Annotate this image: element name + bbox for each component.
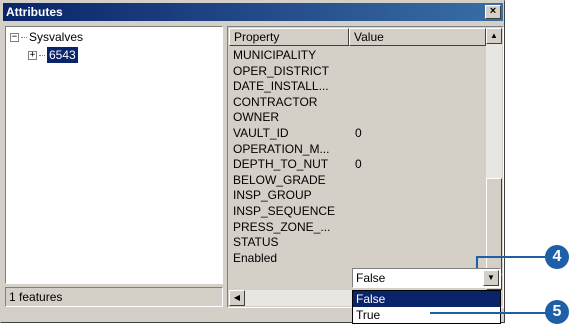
property-name[interactable]: OWNER — [233, 110, 279, 125]
expand-icon[interactable]: + — [28, 50, 37, 60]
vertical-scrollbar[interactable]: ▲ ▼ — [486, 28, 502, 290]
dropdown-selected-value: False — [356, 271, 386, 285]
property-name[interactable]: Enabled — [233, 251, 277, 266]
property-name[interactable]: CONTRACTOR — [233, 95, 317, 110]
scroll-up-button[interactable]: ▲ — [486, 28, 502, 44]
callout-badge-5: 5 — [545, 300, 569, 324]
feature-count-status: 1 features — [5, 287, 223, 307]
tree-connector — [21, 36, 27, 38]
window-title: Attributes — [6, 5, 63, 19]
tree-node-label: Sysvalves — [29, 30, 84, 44]
property-name[interactable]: OPERATION_M... — [233, 142, 329, 157]
callout-line-5 — [430, 312, 546, 314]
property-value[interactable]: 0 — [355, 126, 362, 141]
dropdown-option-true[interactable]: True — [353, 307, 500, 323]
callout-badge-4: 4 — [545, 245, 569, 269]
dropdown-option-false[interactable]: False — [353, 291, 500, 307]
enabled-value-dropdown[interactable]: False ▼ — [352, 268, 501, 288]
property-name[interactable]: BELOW_GRADE — [233, 173, 326, 188]
scroll-left-button[interactable]: ◀ — [229, 290, 245, 306]
callout-line-4-drop — [476, 256, 478, 268]
arrow-left-icon: ◀ — [233, 293, 241, 302]
property-name[interactable]: DEPTH_TO_NUT — [233, 157, 328, 172]
status-text: 1 features — [9, 290, 63, 304]
callout-line-4 — [476, 256, 546, 258]
arrow-up-icon: ▲ — [490, 31, 498, 40]
tree-node-sysvalves[interactable]: − Sysvalves — [10, 29, 83, 45]
property-name[interactable]: VAULT_ID — [233, 126, 289, 141]
dropdown-button[interactable]: ▼ — [483, 270, 499, 286]
property-grid: Property Value MUNICIPALITY OPER_DISTRICT… — [227, 26, 504, 308]
property-name[interactable]: INSP_GROUP — [233, 188, 312, 203]
scroll-thumb[interactable] — [486, 178, 502, 274]
dropdown-list: False True — [352, 290, 501, 324]
property-name[interactable]: DATE_INSTALL... — [233, 79, 329, 94]
collapse-icon[interactable]: − — [10, 32, 19, 42]
column-header-value[interactable]: Value — [349, 28, 486, 46]
tree-node-label: 6543 — [47, 47, 78, 63]
feature-tree[interactable]: − Sysvalves + 6543 — [5, 26, 223, 284]
close-button[interactable]: × — [485, 5, 501, 19]
tree-node-6543[interactable]: + 6543 — [28, 47, 78, 63]
property-value[interactable]: 0 — [355, 157, 362, 172]
property-name[interactable]: MUNICIPALITY — [233, 48, 316, 63]
chevron-down-icon: ▼ — [487, 273, 495, 282]
property-name[interactable]: PRESS_ZONE_... — [233, 220, 330, 235]
property-name[interactable]: STATUS — [233, 235, 279, 250]
property-name[interactable]: INSP_SEQUENCE — [233, 204, 335, 219]
column-header-property[interactable]: Property — [229, 28, 349, 46]
property-list: Property Value MUNICIPALITY OPER_DISTRICT… — [229, 28, 486, 290]
tree-connector — [39, 54, 45, 56]
property-name[interactable]: OPER_DISTRICT — [233, 64, 329, 79]
title-bar[interactable]: Attributes × — [3, 3, 503, 21]
close-icon: × — [489, 5, 497, 17]
